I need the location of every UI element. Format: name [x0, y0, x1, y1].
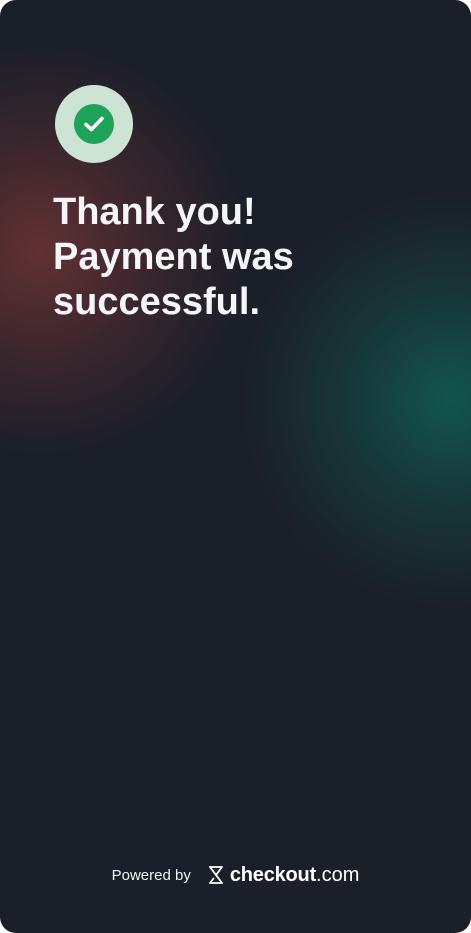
message-line-2: Payment was [53, 236, 294, 278]
success-message: Thank you! Payment was successful. [53, 190, 433, 325]
success-badge [55, 85, 133, 163]
brand-name: checkout [229, 863, 317, 886]
checkout-brand-link[interactable]: checkout.com [207, 863, 360, 887]
checkout-logo-icon [208, 866, 223, 884]
check-icon [74, 104, 114, 144]
message-line-1: Thank you! [53, 191, 256, 233]
message-line-3: successful. [53, 281, 260, 323]
powered-by-label: Powered by [111, 866, 191, 884]
brand-tld: .com [316, 863, 360, 886]
checkmark-glyph [84, 116, 104, 132]
payment-success-screen: Thank you! Payment was successful. Power… [0, 0, 471, 933]
powered-by-footer: Powered by checkout.com [0, 860, 471, 890]
